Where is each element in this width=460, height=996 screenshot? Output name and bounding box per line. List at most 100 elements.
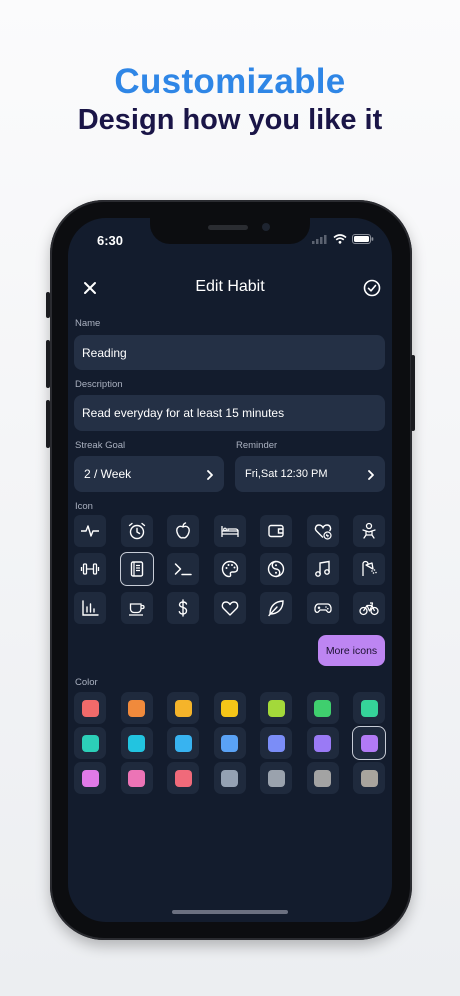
color-swatch xyxy=(221,699,238,717)
color-swatch xyxy=(81,699,99,717)
color-option[interactable] xyxy=(74,727,106,759)
color-option[interactable] xyxy=(260,762,292,794)
color-swatch xyxy=(360,769,378,787)
front-camera xyxy=(262,223,270,231)
streak-goal-value: 2 / Week xyxy=(84,467,132,481)
home-indicator xyxy=(172,910,288,914)
dollar-icon xyxy=(178,599,188,617)
wallet-icon xyxy=(268,524,284,538)
icon-option-shower[interactable] xyxy=(353,553,385,585)
promo-header: Customizable Design how you like it xyxy=(0,62,460,138)
icon-option-music[interactable] xyxy=(306,553,339,585)
color-option[interactable] xyxy=(260,692,292,724)
icon-option-alarm[interactable] xyxy=(120,515,153,547)
check-circle-icon xyxy=(363,279,381,297)
color-swatch xyxy=(360,734,378,752)
signal-icon xyxy=(312,235,327,244)
reminder-selector[interactable]: Fri,Sat 12:30 PM xyxy=(235,456,385,492)
color-option[interactable] xyxy=(120,727,153,759)
terminal-icon xyxy=(174,563,192,576)
streak-goal-label: Streak Goal xyxy=(75,440,126,451)
color-option[interactable] xyxy=(167,762,199,794)
color-option[interactable] xyxy=(306,762,339,794)
more-icons-button[interactable]: More icons xyxy=(318,635,385,666)
color-option[interactable] xyxy=(260,727,292,759)
promo-title: Customizable xyxy=(114,62,346,101)
color-option[interactable] xyxy=(74,692,106,724)
bar-chart-icon xyxy=(82,600,99,616)
baby-icon xyxy=(362,522,376,539)
color-option[interactable] xyxy=(213,692,246,724)
streak-goal-selector[interactable]: 2 / Week xyxy=(74,456,224,492)
color-swatch xyxy=(314,769,331,787)
gamepad-icon xyxy=(313,603,332,613)
page-title: Edit Habit xyxy=(195,278,265,295)
color-option[interactable] xyxy=(213,762,246,794)
alarm-clock-icon xyxy=(128,522,145,540)
color-option[interactable] xyxy=(167,727,199,759)
name-field[interactable]: Reading xyxy=(74,335,385,370)
volume-down-button xyxy=(46,400,50,448)
bicycle-icon xyxy=(359,602,379,616)
heartbeat-icon xyxy=(81,525,99,537)
icon-option-baby[interactable] xyxy=(353,515,385,547)
color-option[interactable] xyxy=(167,692,199,724)
status-icons xyxy=(312,234,374,244)
icon-option-heart[interactable] xyxy=(213,592,246,624)
icon-option-yin-yang[interactable] xyxy=(260,553,292,585)
color-option[interactable] xyxy=(306,692,339,724)
icon-option-terminal[interactable] xyxy=(167,553,199,585)
icon-label: Icon xyxy=(75,501,93,512)
icon-option-apple[interactable] xyxy=(167,515,199,547)
silent-switch xyxy=(46,292,50,318)
color-swatch xyxy=(221,734,238,752)
speaker xyxy=(208,225,248,230)
icon-option-coffee[interactable] xyxy=(120,592,153,624)
yin-yang-icon xyxy=(267,560,285,578)
color-option[interactable] xyxy=(353,692,385,724)
color-swatch xyxy=(267,734,285,752)
palette-icon xyxy=(221,560,238,578)
shower-icon xyxy=(362,560,377,576)
icon-option-palette[interactable] xyxy=(213,553,246,585)
leaf-icon xyxy=(268,600,284,617)
icon-option-gamepad[interactable] xyxy=(306,592,339,624)
color-swatch xyxy=(174,699,192,717)
icon-option-heartbeat[interactable] xyxy=(74,515,106,547)
color-swatch xyxy=(267,699,285,717)
color-swatch xyxy=(314,734,331,752)
icon-option-bed[interactable] xyxy=(213,515,246,547)
icon-option-dollar[interactable] xyxy=(167,592,199,624)
icon-option-heart-badge[interactable] xyxy=(306,515,339,547)
color-option[interactable] xyxy=(120,692,153,724)
reminder-label: Reminder xyxy=(236,440,278,451)
color-swatch xyxy=(174,734,192,752)
color-option[interactable] xyxy=(120,762,153,794)
icon-option-leaf[interactable] xyxy=(260,592,292,624)
color-swatch xyxy=(128,699,145,717)
coffee-cup-icon xyxy=(128,603,145,616)
color-option[interactable] xyxy=(353,762,385,794)
notch xyxy=(150,218,310,244)
description-label: Description xyxy=(75,379,123,390)
icon-option-wallet[interactable] xyxy=(260,515,292,547)
color-grid xyxy=(74,692,386,802)
save-button[interactable] xyxy=(362,278,382,298)
color-option[interactable] xyxy=(306,727,339,759)
bed-icon xyxy=(220,526,239,537)
color-option[interactable] xyxy=(213,727,246,759)
color-option[interactable] xyxy=(352,726,386,760)
name-value: Reading xyxy=(82,345,127,360)
icon-option-bicycle[interactable] xyxy=(353,592,385,624)
description-field[interactable]: Read everyday for at least 15 minutes xyxy=(74,395,385,431)
color-swatch xyxy=(314,699,331,717)
icon-option-dumbbell[interactable] xyxy=(74,553,106,585)
color-swatch xyxy=(81,769,99,787)
icon-option-book[interactable] xyxy=(119,552,154,586)
dumbbell-icon xyxy=(80,563,100,575)
apple-icon xyxy=(176,522,190,539)
color-swatch xyxy=(81,734,99,752)
color-option[interactable] xyxy=(74,762,106,794)
icon-option-bar-chart[interactable] xyxy=(74,592,106,624)
battery-icon xyxy=(352,234,374,244)
